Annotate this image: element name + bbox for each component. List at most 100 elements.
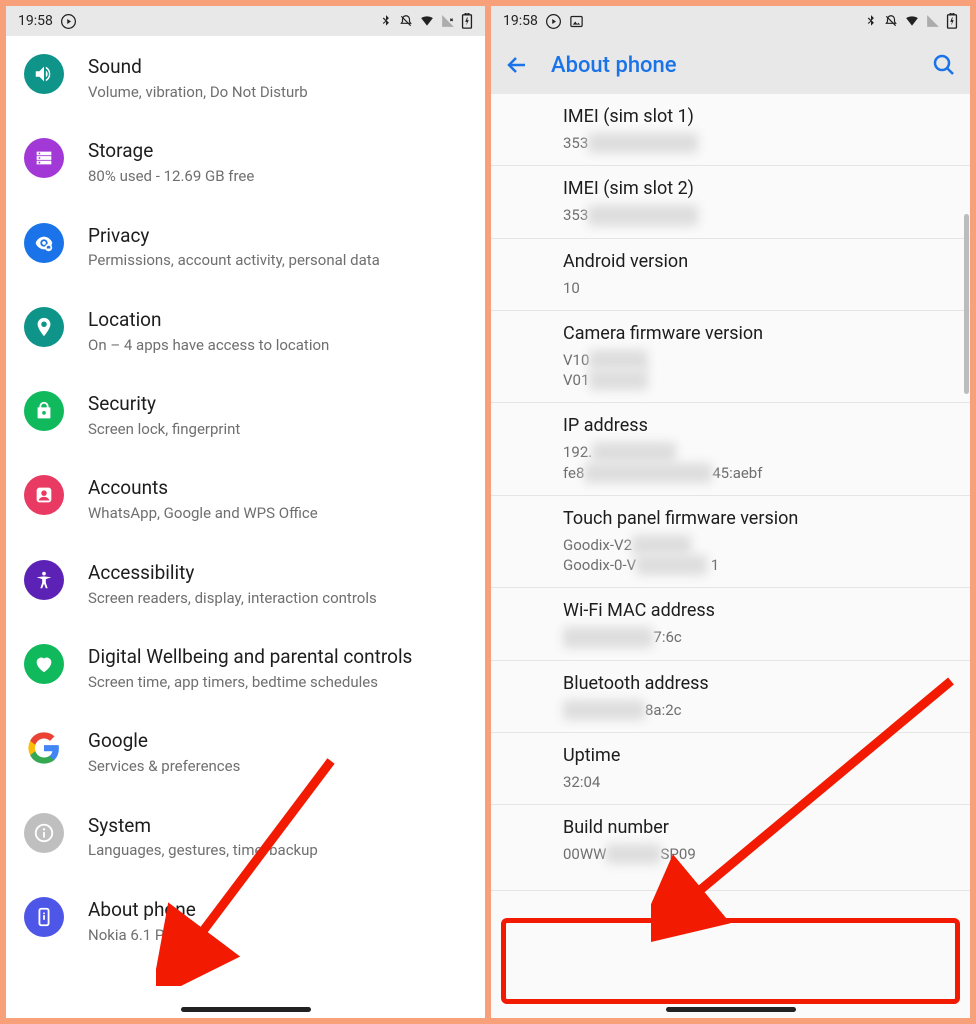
section-label: IMEI (sim slot 2) xyxy=(563,178,970,199)
storage-icon xyxy=(24,138,64,178)
row-title: Accessibility xyxy=(88,562,465,585)
section-label: Touch panel firmware version xyxy=(563,508,970,529)
row-sub: Nokia 6.1 Plus xyxy=(88,926,465,946)
section-label: Camera firmware version xyxy=(563,323,970,344)
row-title: Security xyxy=(88,393,465,416)
settings-item-wellbeing[interactable]: Digital Wellbeing and parental controls … xyxy=(6,626,485,710)
row-title: Accounts xyxy=(88,477,465,500)
app-bar: About phone xyxy=(491,36,970,94)
bluetooth-icon xyxy=(864,14,878,28)
section-value: 00:00:00:00:8a:2c xyxy=(563,700,970,720)
section-label: Uptime xyxy=(563,745,970,766)
google-icon xyxy=(24,728,64,768)
section-value: 32:04 xyxy=(563,772,970,792)
section-value: 3530000000000000 xyxy=(563,133,970,153)
section-value: 00WW_0_000_SP09 xyxy=(563,844,970,864)
location-icon xyxy=(24,307,64,347)
settings-item-system[interactable]: System Languages, gestures, time, backup xyxy=(6,795,485,879)
section-value: 192.000.000.000 fe80::0000:0000:0000:45:… xyxy=(563,442,970,483)
row-sub: Screen readers, display, interaction con… xyxy=(88,589,465,609)
battery-icon xyxy=(946,13,958,29)
accessibility-icon xyxy=(24,560,64,600)
about-item-bluetooth[interactable]: Bluetooth address 00:00:00:00:8a:2c xyxy=(491,661,970,733)
section-label: Wi-Fi MAC address xyxy=(563,600,970,621)
dnd-icon xyxy=(399,14,413,28)
row-title: Storage xyxy=(88,140,465,163)
settings-item-accounts[interactable]: Accounts WhatsApp, Google and WPS Office xyxy=(6,457,485,541)
row-sub: Volume, vibration, Do Not Disturb xyxy=(88,83,465,103)
section-label: IP address xyxy=(563,415,970,436)
security-icon xyxy=(24,391,64,431)
settings-item-about-phone[interactable]: About phone Nokia 6.1 Plus xyxy=(6,879,485,963)
about-list: IMEI (sim slot 1) 3530000000000000 IMEI … xyxy=(491,94,970,1018)
settings-item-storage[interactable]: Storage 80% used - 12.69 GB free xyxy=(6,120,485,204)
statusbar: 19:58 xyxy=(6,6,485,36)
settings-item-privacy[interactable]: Privacy Permissions, account activity, p… xyxy=(6,205,485,289)
section-value: 3530000000000000 xyxy=(563,205,970,225)
settings-item-location[interactable]: Location On – 4 apps have access to loca… xyxy=(6,289,485,373)
statusbar: 19:58 xyxy=(491,6,970,36)
settings-item-sound[interactable]: Sound Volume, vibration, Do Not Disturb xyxy=(6,36,485,120)
row-sub: Screen time, app timers, bedtime schedul… xyxy=(88,673,465,693)
about-item-build[interactable]: Build number 00WW_0_000_SP09 xyxy=(491,805,970,891)
scroll-thumb[interactable] xyxy=(964,214,969,394)
battery-icon xyxy=(461,13,473,29)
image-icon xyxy=(569,14,584,29)
about-item-android[interactable]: Android version 10 xyxy=(491,239,970,311)
play-icon xyxy=(546,14,561,29)
sound-icon xyxy=(24,54,64,94)
wellbeing-icon xyxy=(24,644,64,684)
wifi-icon xyxy=(904,14,920,28)
status-time: 19:58 xyxy=(18,13,53,29)
settings-item-accessibility[interactable]: Accessibility Screen readers, display, i… xyxy=(6,542,485,626)
appbar-title: About phone xyxy=(551,53,677,78)
row-sub: Services & preferences xyxy=(88,757,465,777)
section-label: Build number xyxy=(563,817,970,838)
about-item-touchfw[interactable]: Touch panel firmware version Goodix-V2.0… xyxy=(491,496,970,589)
about-item-wifi-mac[interactable]: Wi-Fi MAC address 00:00:00:00:07:6c xyxy=(491,588,970,660)
settings-list: Sound Volume, vibration, Do Not Disturb … xyxy=(6,36,485,1018)
row-sub: On – 4 apps have access to location xyxy=(88,336,465,356)
section-value: 10 xyxy=(563,278,970,298)
row-title: About phone xyxy=(88,899,465,922)
back-button[interactable] xyxy=(505,53,529,77)
row-sub: Screen lock, fingerprint xyxy=(88,420,465,440)
about-item-uptime[interactable]: Uptime 32:04 xyxy=(491,733,970,805)
nav-handle[interactable] xyxy=(181,1007,311,1012)
row-title: Digital Wellbeing and parental controls xyxy=(88,646,465,669)
signal-icon xyxy=(926,14,940,28)
section-label: IMEI (sim slot 1) xyxy=(563,106,970,127)
about-phone-icon xyxy=(24,897,64,937)
wifi-icon xyxy=(419,14,435,28)
settings-item-security[interactable]: Security Screen lock, fingerprint xyxy=(6,373,485,457)
row-sub: 80% used - 12.69 GB free xyxy=(88,167,465,187)
row-title: System xyxy=(88,815,465,838)
signal-icon xyxy=(441,14,455,28)
row-sub: Languages, gestures, time, backup xyxy=(88,841,465,861)
section-value: Goodix-V2.000.000 Goodix-0-V0.00.000.0 1 xyxy=(563,535,970,576)
play-icon xyxy=(61,14,76,29)
privacy-icon xyxy=(24,223,64,263)
phone-right: 19:58 About phone IMEI (sim slot 1) 3530… xyxy=(491,6,970,1018)
row-title: Privacy xyxy=(88,225,465,248)
bluetooth-icon xyxy=(379,14,393,28)
status-time: 19:58 xyxy=(503,13,538,29)
row-title: Location xyxy=(88,309,465,332)
about-item-camfw[interactable]: Camera firmware version V100.000.00 V010… xyxy=(491,311,970,404)
settings-item-google[interactable]: Google Services & preferences xyxy=(6,710,485,794)
about-item-ip[interactable]: IP address 192.000.000.000 fe80::0000:00… xyxy=(491,403,970,496)
accounts-icon xyxy=(24,475,64,515)
row-sub: WhatsApp, Google and WPS Office xyxy=(88,504,465,524)
section-value: 00:00:00:00:07:6c xyxy=(563,627,970,647)
phone-left: 19:58 Sound Volume, vibration, Do Not Di… xyxy=(6,6,485,1018)
search-button[interactable] xyxy=(932,53,956,77)
section-label: Bluetooth address xyxy=(563,673,970,694)
section-label: Android version xyxy=(563,251,970,272)
row-title: Google xyxy=(88,730,465,753)
about-item-imei2[interactable]: IMEI (sim slot 2) 3530000000000000 xyxy=(491,166,970,238)
row-sub: Permissions, account activity, personal … xyxy=(88,251,465,271)
nav-handle[interactable] xyxy=(666,1007,796,1012)
about-item-imei1[interactable]: IMEI (sim slot 1) 3530000000000000 xyxy=(491,94,970,166)
section-value: V100.000.00 V010.000.00 xyxy=(563,350,970,391)
system-icon xyxy=(24,813,64,853)
